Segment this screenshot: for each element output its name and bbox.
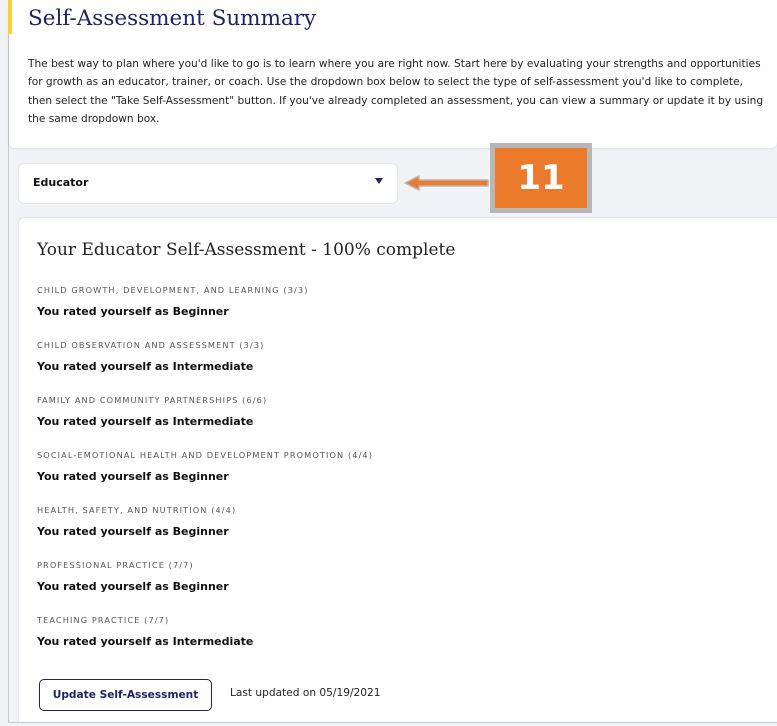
intro-text: The best way to plan where you'd like to… xyxy=(28,58,764,125)
competency-rating: You rated yourself as Beginner xyxy=(37,470,229,483)
competency-label: PROFESSIONAL PRACTICE (7/7) xyxy=(37,560,194,570)
dropdown-selected-value: Educator xyxy=(33,176,89,189)
competency-label: CHILD OBSERVATION AND ASSESSMENT (3/3) xyxy=(37,340,265,350)
competency-rating: You rated yourself as Beginner xyxy=(37,580,229,593)
callout-number-badge: 11 xyxy=(490,143,592,213)
competency-rating: You rated yourself as Beginner xyxy=(37,525,229,538)
competency-rating: You rated yourself as Intermediate xyxy=(37,635,254,648)
title-accent-bar xyxy=(8,0,12,34)
competency-label: FAMILY AND COMMUNITY PARTNERSHIPS (6/6) xyxy=(37,395,268,405)
competency-item: TEACHING PRACTICE (7/7) You rated yourse… xyxy=(37,614,757,649)
competency-item: PROFESSIONAL PRACTICE (7/7) You rated yo… xyxy=(37,559,757,594)
competency-rating: You rated yourself as Beginner xyxy=(37,305,229,318)
caret-down-icon xyxy=(375,178,383,184)
competency-rating: You rated yourself as Intermediate xyxy=(37,415,254,428)
summary-card: Your Educator Self-Assessment - 100% com… xyxy=(18,217,777,722)
update-self-assessment-button[interactable]: Update Self-Assessment xyxy=(39,679,212,711)
competency-rating: You rated yourself as Intermediate xyxy=(37,360,254,373)
last-updated-text: Last updated on 05/19/2021 xyxy=(230,687,381,699)
page-title: Self-Assessment Summary xyxy=(28,6,317,31)
competency-label: HEALTH, SAFETY, AND NUTRITION (4/4) xyxy=(37,505,237,515)
competency-label: SOCIAL-EMOTIONAL HEALTH AND DEVELOPMENT … xyxy=(37,450,374,460)
summary-title: Your Educator Self-Assessment - 100% com… xyxy=(37,240,456,260)
competency-item: HEALTH, SAFETY, AND NUTRITION (4/4) You … xyxy=(37,504,757,539)
arrow-left-icon xyxy=(404,175,489,191)
competency-label: CHILD GROWTH, DEVELOPMENT, AND LEARNING … xyxy=(37,285,309,295)
competency-label: TEACHING PRACTICE (7/7) xyxy=(37,615,170,625)
competency-item: FAMILY AND COMMUNITY PARTNERSHIPS (6/6) … xyxy=(37,394,757,429)
assessment-type-dropdown[interactable]: Educator xyxy=(18,163,398,204)
competency-item: CHILD GROWTH, DEVELOPMENT, AND LEARNING … xyxy=(37,284,757,319)
competency-item: SOCIAL-EMOTIONAL HEALTH AND DEVELOPMENT … xyxy=(37,449,757,484)
competency-item: CHILD OBSERVATION AND ASSESSMENT (3/3) Y… xyxy=(37,339,757,374)
